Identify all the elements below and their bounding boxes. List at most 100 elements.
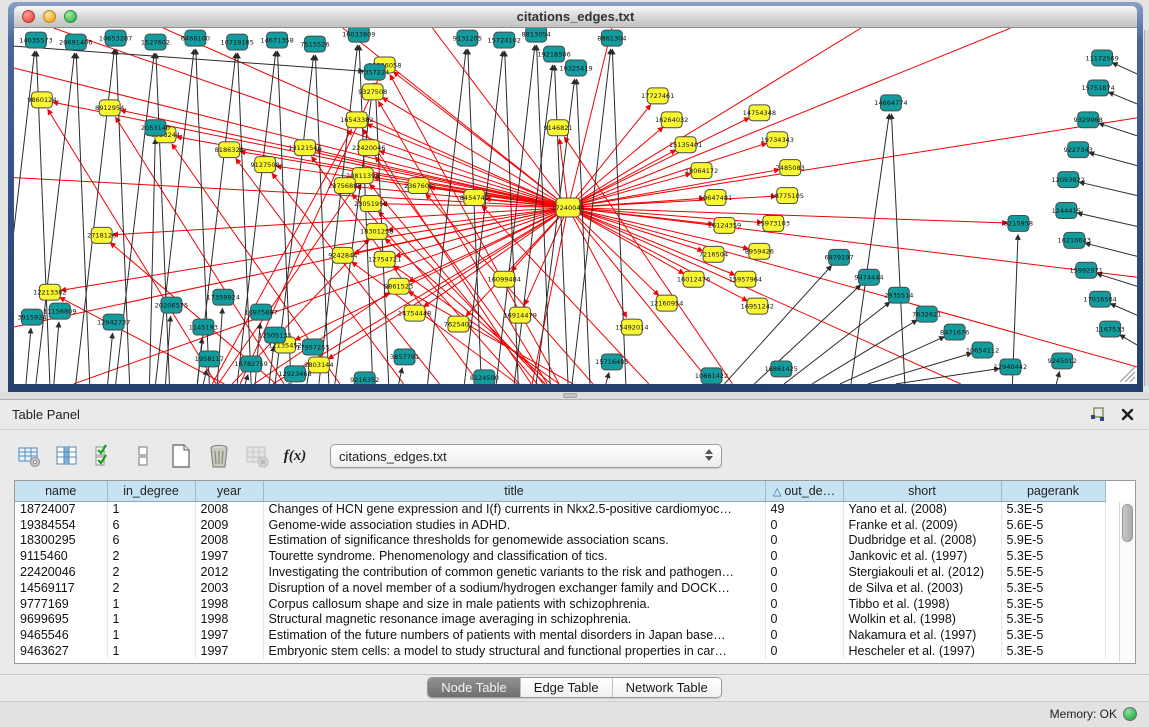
cell-title[interactable]: Disruption of a novel member of a sodium… <box>263 580 765 596</box>
cell-pagerank[interactable]: 5.3E-5 <box>1001 627 1105 643</box>
cell-in_degree[interactable]: 2 <box>107 580 195 596</box>
graph-node-yellow[interactable]: 2718126 <box>87 227 116 243</box>
graph-node-teal[interactable]: 10654112 <box>966 342 999 358</box>
graph-node-teal[interactable]: 8124500 <box>470 370 499 384</box>
cell-in_degree[interactable]: 2 <box>107 564 195 580</box>
graph-node-teal[interactable]: 20691406 <box>59 34 92 50</box>
column-header-year[interactable]: year <box>195 481 263 501</box>
cell-year[interactable]: 2008 <box>195 533 263 549</box>
cell-year[interactable]: 2003 <box>195 580 263 596</box>
graph-node-yellow[interactable]: 16124359 <box>708 217 741 233</box>
cell-pagerank[interactable]: 5.3E-5 <box>1001 501 1105 517</box>
graph-node-teal[interactable]: 14035573 <box>19 32 52 48</box>
graph-node-yellow[interactable]: 9146821 <box>543 120 572 136</box>
graph-node-teal[interactable]: 9216352 <box>350 372 379 384</box>
cell-short[interactable]: Nakamura et al. (1997) <box>843 627 1001 643</box>
cell-out_de[interactable]: 0 <box>765 517 843 533</box>
graph-node-yellow[interactable]: 12754721 <box>368 251 401 267</box>
splitter-handle[interactable] <box>563 393 577 398</box>
cell-title[interactable]: Tourette syndrome. Phenomenology and cla… <box>263 548 765 564</box>
graph-node-yellow[interactable]: 15973103 <box>757 215 790 231</box>
cell-pagerank[interactable]: 5.3E-5 <box>1001 643 1105 659</box>
table-row[interactable]: 946362711997Embryonic stem cells: a mode… <box>15 643 1105 659</box>
graph-node-teal[interactable]: 1958117 <box>195 351 224 367</box>
graph-node-teal[interactable]: 1167533 <box>1095 321 1124 337</box>
graph-node-teal[interactable]: 9474444 <box>854 269 883 285</box>
graph-node-yellow[interactable]: 8912954 <box>95 100 124 116</box>
select-all-rows-button[interactable] <box>92 443 118 469</box>
cell-year[interactable]: 1998 <box>195 612 263 628</box>
cell-name[interactable]: 18300295 <box>15 533 107 549</box>
cell-in_degree[interactable]: 6 <box>107 533 195 549</box>
cell-name[interactable]: 9463627 <box>15 643 107 659</box>
cell-title[interactable]: Corpus callosum shape and size in male p… <box>263 596 765 612</box>
table-row[interactable]: 911546021997Tourette syndrome. Phenomeno… <box>15 548 1105 564</box>
graph-node-yellow[interactable]: 8454749 <box>460 190 489 206</box>
network-window-titlebar[interactable]: citations_edges.txt <box>14 6 1137 28</box>
table-selector-dropdown[interactable]: citations_edges.txt <box>330 444 722 468</box>
cell-short[interactable]: Franke et al. (2009) <box>843 517 1001 533</box>
graph-node-teal[interactable]: 1244415 <box>1052 203 1081 219</box>
graph-node-teal[interactable]: 17359924 <box>207 289 240 305</box>
cell-year[interactable]: 1997 <box>195 627 263 643</box>
cell-in_degree[interactable]: 1 <box>107 501 195 517</box>
cell-title[interactable]: Embryonic stem cells: a model to study s… <box>263 643 765 659</box>
cell-out_de[interactable]: 49 <box>765 501 843 517</box>
column-header-out_de[interactable]: △out_de… <box>765 481 843 501</box>
cell-pagerank[interactable]: 5.5E-5 <box>1001 564 1105 580</box>
graph-node-teal[interactable]: 7515526 <box>300 36 329 52</box>
cell-year[interactable]: 1998 <box>195 596 263 612</box>
cell-pagerank[interactable]: 5.3E-5 <box>1001 596 1105 612</box>
graph-node-yellow[interactable]: 9860124 <box>27 92 56 108</box>
graph-node-teal[interactable]: 10653287 <box>99 30 132 46</box>
cell-name[interactable]: 9465546 <box>15 627 107 643</box>
cell-name[interactable]: 14569117 <box>15 580 107 596</box>
cell-in_degree[interactable]: 6 <box>107 517 195 533</box>
graph-node-yellow[interactable]: 9327508 <box>358 84 387 100</box>
table-scrollbar-thumb[interactable] <box>1122 504 1133 542</box>
graph-node-teal[interactable]: 19218506 <box>537 46 570 62</box>
new-column-button[interactable] <box>168 443 194 469</box>
table-row[interactable]: 969969511998Structural magnetic resonanc… <box>15 612 1105 628</box>
graph-node-yellow[interactable]: 12160954 <box>650 295 683 311</box>
cell-year[interactable]: 2012 <box>195 564 263 580</box>
graph-node-teal[interactable]: 11156809 <box>43 303 76 319</box>
graph-node-yellow[interactable]: 16012476 <box>677 271 710 287</box>
column-header-title[interactable]: title <box>263 481 765 501</box>
cell-year[interactable]: 1997 <box>195 643 263 659</box>
graph-node-yellow[interactable]: 2367608 <box>404 178 433 194</box>
graph-node-teal[interactable]: 1527602 <box>141 34 170 50</box>
graph-node-teal[interactable]: 6466100 <box>181 30 210 46</box>
cell-title[interactable]: Structural magnetic resonance image aver… <box>263 612 765 628</box>
graph-node-teal[interactable]: 2935514 <box>884 287 913 303</box>
graph-node-yellow[interactable]: 18775105 <box>771 188 804 204</box>
graph-node-yellow[interactable]: 16099484 <box>488 271 521 287</box>
graph-node-teal[interactable]: 16861425 <box>765 361 798 377</box>
cell-in_degree[interactable]: 1 <box>107 596 195 612</box>
graph-node-yellow[interactable]: 17240040 <box>551 198 584 217</box>
graph-node-teal[interactable]: 9329968 <box>1074 112 1103 128</box>
graph-node-teal[interactable]: 12942737 <box>97 314 130 330</box>
cell-pagerank[interactable]: 5.3E-5 <box>1001 548 1105 564</box>
cell-pagerank[interactable]: 5.6E-5 <box>1001 517 1105 533</box>
graph-node-yellow[interactable]: 16264032 <box>655 112 688 128</box>
graph-node-yellow[interactable]: 9861523 <box>384 278 413 294</box>
table-row[interactable]: 1456911722003Disruption of a novel membe… <box>15 580 1105 596</box>
tab-node-table[interactable]: Node Table <box>428 678 521 697</box>
graph-node-teal[interactable]: 12093822 <box>1052 172 1085 188</box>
cell-out_de[interactable]: 0 <box>765 612 843 628</box>
graph-node-teal[interactable]: 8861304 <box>597 30 626 46</box>
cell-short[interactable]: Wolkin et al. (1998) <box>843 612 1001 628</box>
graph-node-teal[interactable]: 9227343 <box>1064 142 1093 158</box>
column-header-short[interactable]: short <box>843 481 1001 501</box>
cell-out_de[interactable]: 0 <box>765 596 843 612</box>
graph-node-teal[interactable]: 12940442 <box>994 359 1027 375</box>
graph-node-teal[interactable]: 3857791 <box>390 349 419 365</box>
delete-table-button-disabled[interactable] <box>244 443 270 469</box>
graph-node-teal[interactable]: 15724102 <box>488 32 521 48</box>
graph-node-yellow[interactable]: 18064172 <box>685 163 718 179</box>
cell-out_de[interactable]: 0 <box>765 580 843 596</box>
graph-node-yellow[interactable]: 9242844 <box>328 247 357 263</box>
graph-node-yellow[interactable]: 8959426 <box>745 243 774 259</box>
network-canvas[interactable]: 1724004018226058932750816543382224200462… <box>14 28 1137 384</box>
